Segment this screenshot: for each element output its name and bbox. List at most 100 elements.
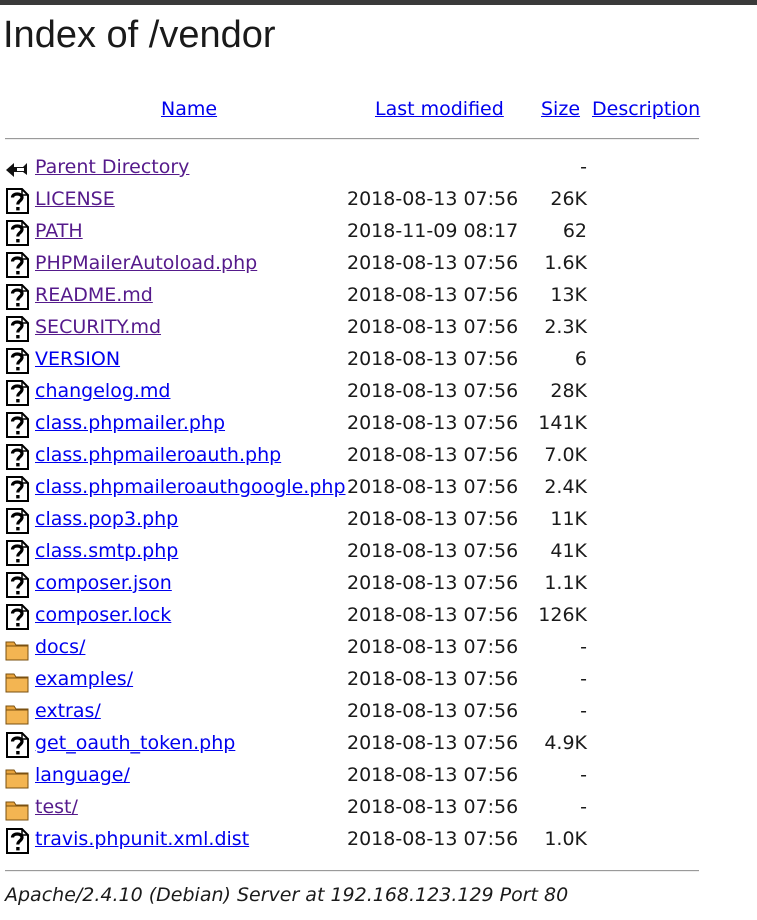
folder-icon xyxy=(4,668,30,694)
file-link[interactable]: PHPMailerAutoload.php xyxy=(35,252,257,274)
file-link[interactable]: get_oauth_token.php xyxy=(35,732,235,754)
size-cell: 1.1K xyxy=(544,572,587,594)
file-unknown-icon xyxy=(4,604,30,630)
file-row: class.pop3.php 2018-08-13 07:56 11K xyxy=(0,505,757,537)
directory-link[interactable]: test/ xyxy=(35,796,78,818)
file-link[interactable]: class.pop3.php xyxy=(35,508,178,530)
page-title: Index of /vendor xyxy=(3,14,276,56)
file-row: composer.lock 2018-08-13 07:56 126K xyxy=(0,601,757,633)
back-arrow-icon xyxy=(4,156,30,182)
file-link[interactable]: composer.json xyxy=(35,572,172,594)
last-modified-cell: 2018-08-13 07:56 xyxy=(347,764,519,786)
server-signature: Apache/2.4.10 (Debian) Server at 192.168… xyxy=(5,884,569,906)
file-unknown-icon xyxy=(4,252,30,278)
column-header-row: Name Last modified Size Description xyxy=(0,98,757,124)
file-row: PATH 2018-11-09 08:17 62 xyxy=(0,217,757,249)
last-modified-cell: 2018-08-13 07:56 xyxy=(347,284,519,306)
last-modified-cell: 2018-08-13 07:56 xyxy=(347,348,519,370)
directory-row: extras/2018-08-13 07:56 - xyxy=(0,697,757,729)
parent-directory-link[interactable]: Parent Directory xyxy=(35,156,189,178)
size-cell: - xyxy=(580,636,587,658)
size-cell: 13K xyxy=(550,284,587,306)
directory-link[interactable]: docs/ xyxy=(35,636,85,658)
footer-divider xyxy=(5,870,699,872)
last-modified-cell: 2018-11-09 08:17 xyxy=(347,220,519,242)
last-modified-cell: 2018-08-13 07:56 xyxy=(347,316,519,338)
file-row: SECURITY.md 2018-08-13 07:56 2.3K xyxy=(0,313,757,345)
file-link[interactable]: class.phpmailer.php xyxy=(35,412,225,434)
size-cell: - xyxy=(580,700,587,722)
file-row: travis.phpunit.xml.dist 2018-08-13 07:56 1… xyxy=(0,825,757,857)
size-cell: 28K xyxy=(550,380,587,402)
last-modified-cell: 2018-08-13 07:56 xyxy=(347,380,519,402)
file-link[interactable]: class.smtp.php xyxy=(35,540,178,562)
last-modified-cell: 2018-08-13 07:56 xyxy=(347,444,519,466)
size-cell: 141K xyxy=(538,412,587,434)
file-row: changelog.md 2018-08-13 07:56 28K xyxy=(0,377,757,409)
size-cell: 6 xyxy=(574,348,587,370)
file-link[interactable]: VERSION xyxy=(35,348,120,370)
folder-icon xyxy=(4,700,30,726)
size-cell: 126K xyxy=(538,604,587,626)
directory-link[interactable]: language/ xyxy=(35,764,130,786)
file-row: PHPMailerAutoload.php 2018-08-13 07:56 1.6… xyxy=(0,249,757,281)
last-modified-cell: 2018-08-13 07:56 xyxy=(347,476,519,498)
file-row: class.phpmaileroauthgoogle.php 2018-08-13… xyxy=(0,473,757,505)
size-cell: 1.6K xyxy=(544,252,587,274)
file-unknown-icon xyxy=(4,476,30,502)
size-cell: 7.0K xyxy=(544,444,587,466)
directory-row: test/2018-08-13 07:56 - xyxy=(0,793,757,825)
last-modified-cell: 2018-08-13 07:56 xyxy=(347,508,519,530)
parent-directory-row: Parent Directory - xyxy=(0,153,757,185)
folder-icon xyxy=(4,636,30,662)
directory-link[interactable]: extras/ xyxy=(35,700,101,722)
file-link[interactable]: changelog.md xyxy=(35,380,171,402)
file-row: LICENSE 2018-08-13 07:56 26K xyxy=(0,185,757,217)
file-link[interactable]: README.md xyxy=(35,284,153,306)
file-unknown-icon xyxy=(4,348,30,374)
sort-by-size-link[interactable]: Size xyxy=(541,98,580,120)
file-link[interactable]: SECURITY.md xyxy=(35,316,161,338)
size-cell: 11K xyxy=(550,508,587,530)
file-link[interactable]: PATH xyxy=(35,220,83,242)
directory-row: docs/2018-08-13 07:56 - xyxy=(0,633,757,665)
file-row: class.smtp.php 2018-08-13 07:56 41K xyxy=(0,537,757,569)
file-unknown-icon xyxy=(4,828,30,854)
last-modified-cell: 2018-08-13 07:56 xyxy=(347,668,519,690)
file-link[interactable]: travis.phpunit.xml.dist xyxy=(35,828,249,850)
file-row: get_oauth_token.php 2018-08-13 07:56 4.9K xyxy=(0,729,757,761)
size-cell: - xyxy=(580,668,587,690)
file-unknown-icon xyxy=(4,572,30,598)
size-cell: 4.9K xyxy=(544,732,587,754)
directory-link[interactable]: examples/ xyxy=(35,668,133,690)
file-link[interactable]: LICENSE xyxy=(35,188,115,210)
size-cell: - xyxy=(580,764,587,786)
file-unknown-icon xyxy=(4,284,30,310)
directory-row: language/2018-08-13 07:56 - xyxy=(0,761,757,793)
last-modified-cell: 2018-08-13 07:56 xyxy=(347,188,519,210)
directory-row: examples/2018-08-13 07:56 - xyxy=(0,665,757,697)
last-modified-cell: 2018-08-13 07:56 xyxy=(347,540,519,562)
file-row: VERSION 2018-08-13 07:56 6 xyxy=(0,345,757,377)
file-unknown-icon xyxy=(4,444,30,470)
last-modified-cell: 2018-08-13 07:56 xyxy=(347,828,519,850)
size-cell: 62 xyxy=(562,220,587,242)
file-link[interactable]: class.phpmaileroauthgoogle.php xyxy=(35,476,346,498)
sort-by-name-link[interactable]: Name xyxy=(161,98,217,120)
file-unknown-icon xyxy=(4,188,30,214)
last-modified-cell: 2018-08-13 07:56 xyxy=(347,412,519,434)
sort-by-description-link[interactable]: Description xyxy=(592,98,700,120)
last-modified-cell: 2018-08-13 07:56 xyxy=(347,572,519,594)
file-row: class.phpmaileroauth.php 2018-08-13 07:56… xyxy=(0,441,757,473)
file-row: composer.json 2018-08-13 07:56 1.1K xyxy=(0,569,757,601)
last-modified-cell: 2018-08-13 07:56 xyxy=(347,796,519,818)
file-row: class.phpmailer.php 2018-08-13 07:56 141K xyxy=(0,409,757,441)
size-cell: - xyxy=(580,156,587,178)
size-cell: 2.3K xyxy=(544,316,587,338)
file-link[interactable]: composer.lock xyxy=(35,604,171,626)
last-modified-cell: 2018-08-13 07:56 xyxy=(347,636,519,658)
sort-by-last-modified-link[interactable]: Last modified xyxy=(375,98,504,120)
browser-top-edge xyxy=(0,0,757,5)
file-link[interactable]: class.phpmaileroauth.php xyxy=(35,444,281,466)
folder-icon xyxy=(4,764,30,790)
